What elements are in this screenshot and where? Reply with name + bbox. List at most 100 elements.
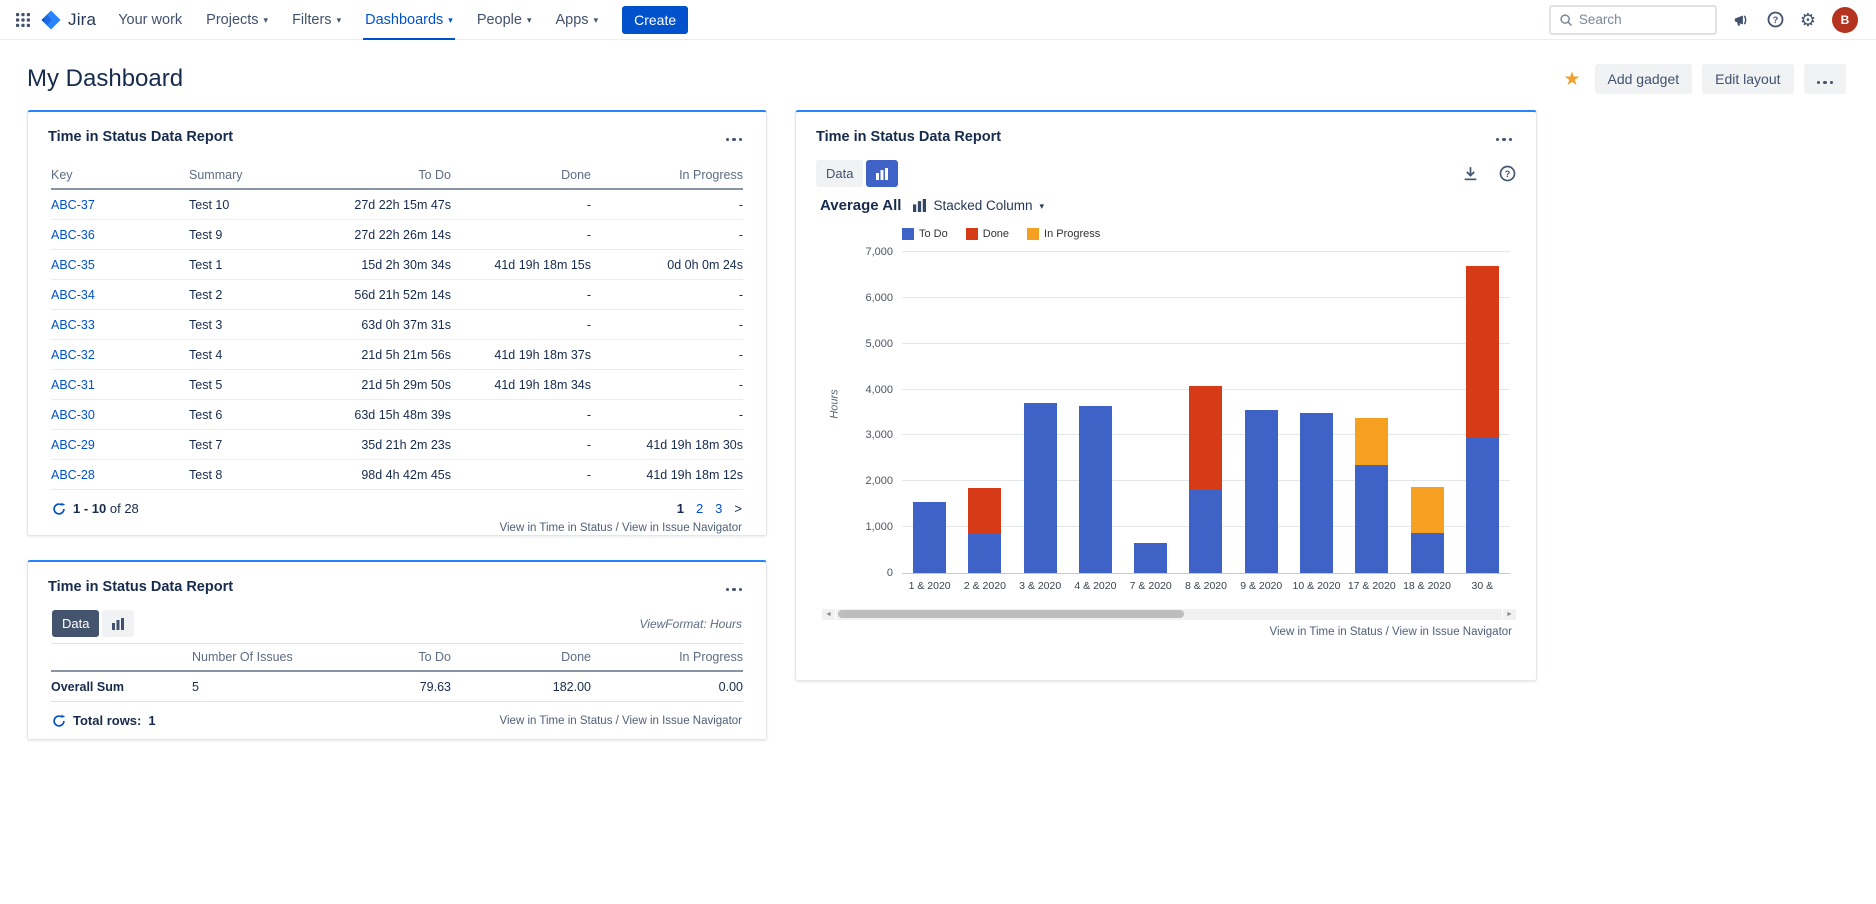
next-page-button[interactable]: >	[734, 501, 742, 516]
issue-key-link[interactable]: ABC-32	[51, 348, 95, 362]
legend-item: To Do	[902, 228, 948, 240]
nav-filters[interactable]: Filters ▾	[280, 0, 353, 40]
stacked-bar[interactable]	[913, 252, 946, 573]
bar-segment-to-do[interactable]	[1466, 438, 1499, 573]
issue-summary: Test 3	[189, 310, 319, 340]
stacked-bar[interactable]	[1466, 252, 1499, 573]
chart-view-button[interactable]	[866, 160, 898, 187]
page-1[interactable]: 1	[677, 501, 684, 516]
view-links[interactable]: View in Time in Status / View in Issue N…	[52, 522, 742, 534]
bar-segment-to-do[interactable]	[1245, 410, 1278, 573]
jira-logo[interactable]: Jira	[36, 9, 106, 31]
chart-view-button[interactable]	[102, 610, 134, 637]
bar-segment-done[interactable]	[1189, 386, 1222, 490]
bar-segment-to-do[interactable]	[968, 534, 1001, 573]
add-gadget-button[interactable]: Add gadget	[1595, 64, 1693, 94]
edit-layout-button[interactable]: Edit layout	[1702, 64, 1793, 94]
stacked-bar[interactable]	[1189, 252, 1222, 573]
bar-segment-done[interactable]	[1466, 266, 1499, 438]
bar-segment-done[interactable]	[968, 488, 1001, 534]
scroll-left-arrow[interactable]: ◄	[822, 609, 835, 620]
stacked-bar[interactable]	[1411, 252, 1444, 573]
gadget-more-button[interactable]	[722, 125, 747, 148]
data-view-button[interactable]: Data	[52, 610, 99, 637]
help-icon[interactable]: ?	[1767, 11, 1784, 28]
legend-label: To Do	[919, 228, 948, 240]
bar-segment-to-do[interactable]	[913, 502, 946, 573]
done-time: -	[451, 310, 591, 340]
issue-key-link[interactable]: ABC-34	[51, 288, 95, 302]
search-input[interactable]	[1579, 12, 1707, 27]
favorite-star-icon[interactable]: ★	[1563, 70, 1580, 89]
bar-segment-to-do[interactable]	[1024, 403, 1057, 573]
stacked-bar[interactable]	[1024, 252, 1057, 573]
bar-segment-to-do[interactable]	[1300, 413, 1333, 574]
scroll-right-arrow[interactable]: ►	[1503, 609, 1516, 620]
nav-people[interactable]: People ▾	[465, 0, 544, 40]
refresh-icon[interactable]	[52, 714, 66, 728]
bar-segment-in-progress[interactable]	[1355, 418, 1388, 465]
issue-key-link[interactable]: ABC-35	[51, 258, 95, 272]
nav-dashboards[interactable]: Dashboards ▾	[353, 0, 465, 40]
chevron-down-icon: ▾	[1040, 201, 1045, 212]
stacked-bar[interactable]	[1245, 252, 1278, 573]
app-switcher-button[interactable]	[10, 9, 36, 31]
gadget-more-button[interactable]	[1492, 125, 1517, 148]
stacked-bar[interactable]	[1300, 252, 1333, 573]
stacked-bar[interactable]	[1079, 252, 1112, 573]
inprogress-time: 41d 19h 18m 30s	[591, 430, 743, 460]
chart-help-icon[interactable]: ?	[1499, 165, 1516, 182]
inprogress-time: -	[591, 310, 743, 340]
data-view-button[interactable]: Data	[816, 160, 863, 187]
nav-your-work[interactable]: Your work	[106, 0, 194, 40]
table-row: ABC-37Test 1027d 22h 15m 47s--	[51, 189, 743, 220]
create-button[interactable]: Create	[622, 6, 688, 34]
gadget-more-button[interactable]	[722, 575, 747, 598]
issue-key-link[interactable]: ABC-29	[51, 438, 95, 452]
settings-gear-icon[interactable]: ⚙	[1800, 11, 1816, 29]
download-icon[interactable]	[1462, 165, 1479, 182]
todo-time: 27d 22h 26m 14s	[319, 220, 451, 250]
legend-item: In Progress	[1027, 228, 1100, 240]
table-row: ABC-32Test 421d 5h 21m 56s41d 19h 18m 37…	[51, 340, 743, 370]
view-links[interactable]: View in Time in Status / View in Issue N…	[820, 626, 1512, 638]
search-box[interactable]	[1549, 5, 1717, 35]
bar-segment-to-do[interactable]	[1134, 543, 1167, 573]
chevron-down-icon: ▾	[594, 15, 599, 26]
issue-key-link[interactable]: ABC-31	[51, 378, 95, 392]
bar-segment-to-do[interactable]	[1079, 406, 1112, 573]
user-avatar[interactable]: B	[1832, 7, 1858, 33]
issue-key-link[interactable]: ABC-36	[51, 228, 95, 242]
issue-key-link[interactable]: ABC-33	[51, 318, 95, 332]
nav-apps[interactable]: Apps ▾	[544, 0, 611, 40]
y-tick-label: 5,000	[865, 338, 893, 350]
stacked-bar[interactable]	[1134, 252, 1167, 573]
view-links[interactable]: View in Time in Status / View in Issue N…	[500, 715, 742, 727]
y-tick-label: 0	[887, 567, 893, 579]
page-3[interactable]: 3	[715, 501, 722, 516]
bar-segment-to-do[interactable]	[1189, 490, 1222, 573]
y-tick-label: 6,000	[865, 292, 893, 304]
gadget-time-in-status-summary: Time in Status Data Report Data ViewForm…	[27, 560, 767, 740]
bar-segment-in-progress[interactable]	[1411, 487, 1444, 533]
chart-type-select[interactable]: Stacked Column ▾	[913, 198, 1044, 213]
issue-key-link[interactable]: ABC-30	[51, 408, 95, 422]
legend-swatch	[902, 228, 914, 240]
left-column: Time in Status Data Report Key Summary T…	[27, 110, 767, 740]
scrollbar-track[interactable]	[836, 609, 1502, 620]
page-2[interactable]: 2	[696, 501, 703, 516]
announcement-icon[interactable]	[1733, 11, 1751, 29]
bar-segment-to-do[interactable]	[1355, 465, 1388, 573]
refresh-icon[interactable]	[52, 502, 66, 516]
issue-key-link[interactable]: ABC-37	[51, 198, 95, 212]
issue-key-link[interactable]: ABC-28	[51, 468, 95, 482]
scrollbar-thumb[interactable]	[838, 610, 1184, 618]
chart-scrollbar[interactable]: ◄ ►	[822, 608, 1516, 620]
bar-slot	[1455, 252, 1510, 573]
stacked-bar[interactable]	[968, 252, 1001, 573]
stacked-bar[interactable]	[1355, 252, 1388, 573]
dashboard-more-button[interactable]	[1804, 64, 1847, 94]
nav-projects[interactable]: Projects ▾	[194, 0, 280, 40]
table-row: ABC-36Test 927d 22h 26m 14s--	[51, 220, 743, 250]
bar-segment-to-do[interactable]	[1411, 533, 1444, 573]
